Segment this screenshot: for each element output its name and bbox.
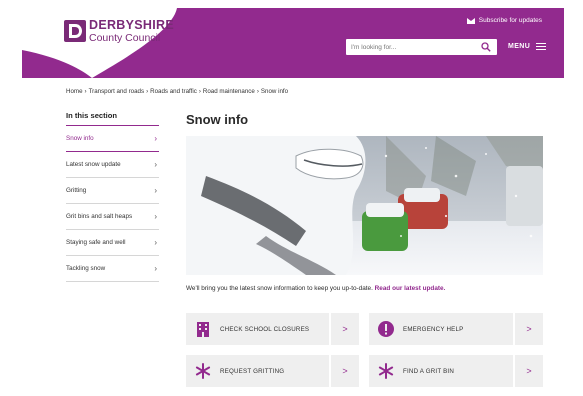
sidebar-item-label: Snow info [66, 135, 94, 142]
sidebar-item-label: Tackling snow [66, 265, 106, 272]
breadcrumb: Home › Transport and roads › Roads and traff… [66, 88, 288, 95]
logo-mark-icon [64, 20, 86, 42]
search-input[interactable] [346, 43, 478, 51]
find-a-grit-bin-card[interactable]: FIND A GRIT BIN > [369, 355, 543, 387]
hamburger-icon [536, 41, 547, 52]
chevron-right-icon: › [154, 134, 157, 143]
breadcrumb-separator: › [146, 88, 149, 95]
breadcrumb-separator: › [256, 88, 259, 95]
chevron-right-icon: › [154, 238, 157, 247]
breadcrumb-separator: › [198, 88, 201, 95]
exclamation-icon [377, 320, 395, 338]
breadcrumb-item[interactable]: Road maintenance [203, 88, 255, 95]
sidebar-item-label: Latest snow update [66, 161, 121, 168]
chevron-right-icon: › [154, 160, 157, 169]
logo-subtitle: County Council [89, 31, 161, 44]
sidebar-item-tackling-snow[interactable]: Tackling snow › [66, 256, 159, 282]
logo-name: DERBYSHIRE [89, 18, 174, 32]
subscribe-label: Subscribe for updates [478, 17, 542, 24]
site-header: DERBYSHIRE County Council Subscribe for … [22, 8, 564, 78]
page-title: Snow info [186, 112, 249, 127]
card-label: EMERGENCY HELP [403, 325, 464, 333]
sidebar-item-label: Staying safe and well [66, 239, 126, 246]
sidebar-item-label: Grit bins and salt heaps [66, 213, 133, 220]
section-nav: In this section Snow info › Latest snow … [66, 111, 159, 282]
sidebar-item-grit-bins[interactable]: Grit bins and salt heaps › [66, 204, 159, 230]
latest-update-link[interactable]: Read our latest update. [375, 285, 446, 292]
breadcrumb-separator: › [84, 88, 87, 95]
chevron-right-icon: > [513, 355, 543, 387]
chevron-right-icon: > [329, 355, 359, 387]
card-label: CHECK SCHOOL CLOSURES [220, 325, 310, 333]
council-logo[interactable]: DERBYSHIRE County Council [64, 19, 174, 43]
chevron-right-icon: › [154, 186, 157, 195]
chevron-right-icon: > [513, 313, 543, 345]
sidebar-item-label: Gritting [66, 187, 87, 194]
chevron-right-icon: › [154, 212, 157, 221]
sidebar-item-staying-safe[interactable]: Staying safe and well › [66, 230, 159, 256]
breadcrumb-item[interactable]: Home [66, 88, 83, 95]
check-school-closures-card[interactable]: CHECK SCHOOL CLOSURES > [186, 313, 359, 345]
intro-paragraph: We'll bring you the latest snow informat… [186, 285, 445, 292]
section-nav-title: In this section [66, 111, 159, 126]
hero-image-snowy-street [186, 136, 543, 275]
breadcrumb-item[interactable]: Roads and traffic [150, 88, 197, 95]
search-icon[interactable] [481, 42, 491, 52]
card-label: FIND A GRIT BIN [403, 367, 455, 375]
menu-label: MENU [508, 42, 531, 50]
chevron-right-icon: › [154, 264, 157, 273]
snowflake-icon [194, 362, 212, 380]
card-label: REQUEST GRITTING [220, 367, 285, 375]
sidebar-item-latest-snow-update[interactable]: Latest snow update › [66, 152, 159, 178]
chevron-right-icon: > [329, 313, 359, 345]
emergency-help-card[interactable]: EMERGENCY HELP > [369, 313, 543, 345]
envelope-icon [466, 17, 475, 24]
subscribe-link[interactable]: Subscribe for updates [466, 17, 542, 24]
sidebar-item-gritting[interactable]: Gritting › [66, 178, 159, 204]
school-building-icon [194, 320, 212, 338]
sidebar-item-snow-info[interactable]: Snow info › [66, 126, 159, 152]
intro-text: We'll bring you the latest snow informat… [186, 285, 373, 292]
request-gritting-card[interactable]: REQUEST GRITTING > [186, 355, 359, 387]
snowflake-icon [377, 362, 395, 380]
breadcrumb-item[interactable]: Transport and roads [89, 88, 145, 95]
breadcrumb-current: Snow info [260, 88, 289, 95]
search-box [346, 39, 497, 55]
menu-button[interactable]: MENU [508, 41, 547, 52]
